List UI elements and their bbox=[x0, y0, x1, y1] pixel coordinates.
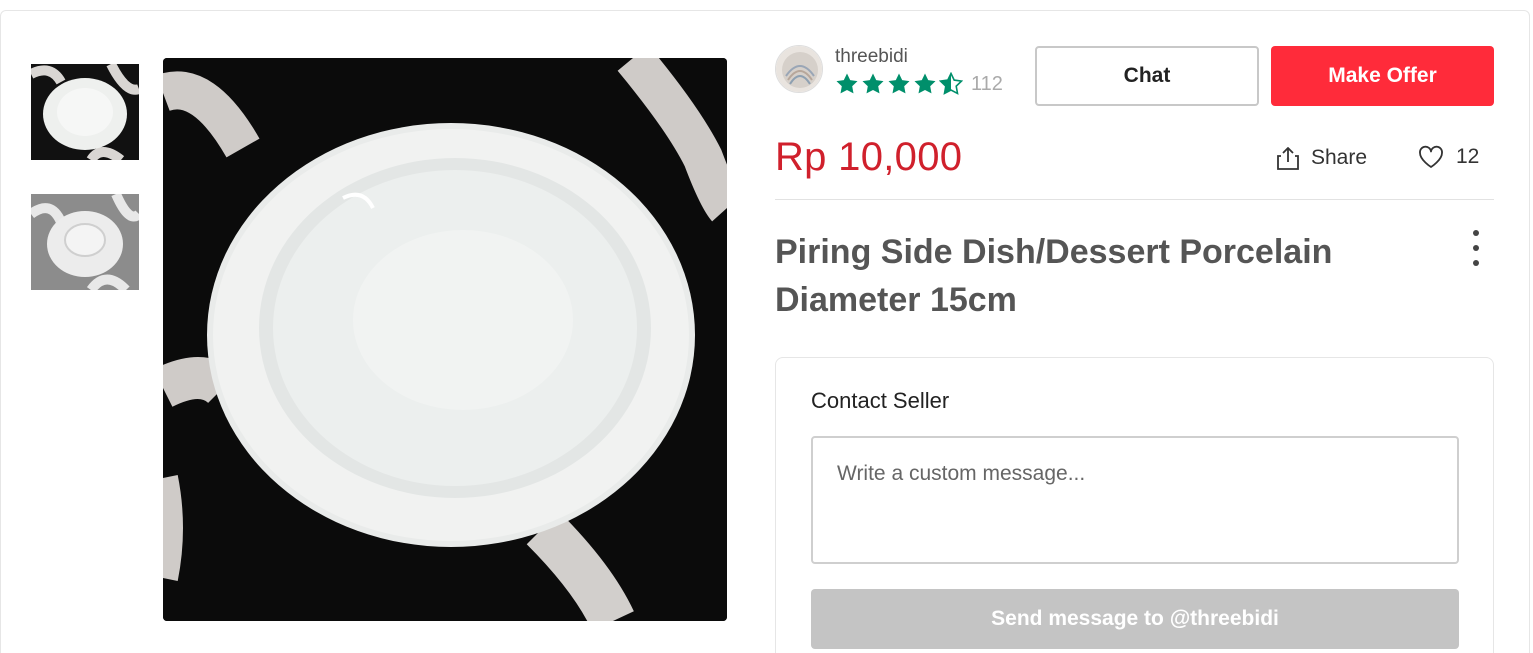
share-button[interactable]: Share bbox=[1275, 145, 1367, 171]
star-icon bbox=[862, 73, 884, 94]
thumbnail-image-2[interactable] bbox=[31, 194, 139, 290]
more-options-icon[interactable] bbox=[1465, 228, 1487, 268]
main-product-photo[interactable] bbox=[163, 58, 727, 621]
half-star-icon bbox=[939, 72, 963, 95]
avatar-graphic bbox=[776, 46, 822, 92]
share-icon bbox=[1277, 147, 1299, 170]
message-input[interactable] bbox=[811, 436, 1459, 564]
seller-rating: 112 bbox=[835, 72, 1003, 96]
star-icon bbox=[836, 73, 858, 94]
plate-thumbnail-graphic bbox=[31, 64, 139, 160]
thumbnail-image-1[interactable] bbox=[31, 64, 139, 160]
contact-seller-heading: Contact Seller bbox=[811, 388, 950, 413]
star-icon bbox=[888, 73, 910, 94]
divider bbox=[775, 199, 1494, 200]
plate-photo-graphic bbox=[163, 58, 727, 621]
send-message-button[interactable]: Send message to @threebidi bbox=[811, 589, 1459, 649]
seller-avatar[interactable] bbox=[775, 45, 823, 93]
chat-button[interactable]: Chat bbox=[1035, 46, 1259, 106]
review-count[interactable]: 112 bbox=[971, 73, 1003, 96]
plate-thumbnail-graphic bbox=[31, 194, 139, 290]
make-offer-button[interactable]: Make Offer bbox=[1271, 46, 1494, 106]
heart-icon bbox=[1419, 145, 1443, 168]
listing-title: Piring Side Dish/Dessert Porcelain Diame… bbox=[775, 233, 1333, 319]
like-count: 12 bbox=[1456, 145, 1480, 168]
seller-username[interactable]: threebidi bbox=[835, 46, 908, 68]
like-button[interactable]: 12 bbox=[1418, 145, 1479, 169]
share-label: Share bbox=[1311, 146, 1368, 169]
price: Rp 10,000 bbox=[775, 135, 963, 179]
contact-seller-panel: Contact Seller Send message to @threebid… bbox=[775, 357, 1494, 653]
star-icon bbox=[914, 73, 936, 94]
